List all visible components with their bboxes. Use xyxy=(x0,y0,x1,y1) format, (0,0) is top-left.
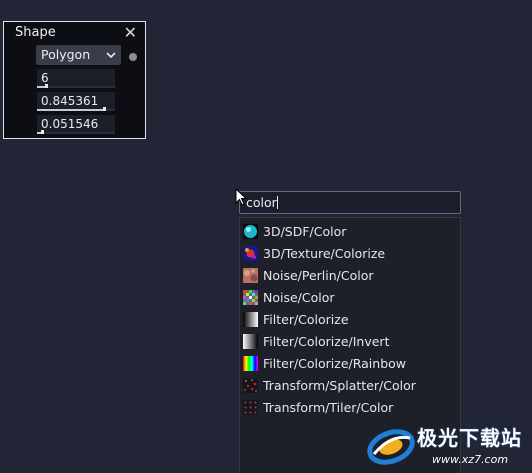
slider-track xyxy=(37,86,115,88)
node-search-input[interactable]: color xyxy=(239,191,461,214)
result-label: Filter/Colorize/Rainbow xyxy=(263,355,407,371)
result-label: 3D/SDF/Color xyxy=(263,223,347,239)
sides-field[interactable]: 6 xyxy=(37,69,115,88)
perlin-noise-icon xyxy=(243,267,258,283)
shape-type-value: Polygon xyxy=(41,47,91,62)
slider-fill xyxy=(37,86,45,88)
radius-value: 0.845361 xyxy=(41,94,99,108)
watermark-text: 极光下载站 xyxy=(417,426,522,450)
watermark-logo-icon xyxy=(367,429,415,465)
edge-field[interactable]: 0.051546 xyxy=(37,115,115,134)
gradient-icon xyxy=(243,311,258,327)
result-item[interactable]: 3D/SDF/Color xyxy=(243,220,455,242)
rainbow-icon xyxy=(243,355,258,371)
slider-handle[interactable] xyxy=(45,84,48,88)
shape-node[interactable]: Shape ✕ Polygon 6 0.845361 0.051546 xyxy=(3,21,146,139)
mouse-pointer-icon xyxy=(235,188,247,206)
shape-type-dropdown[interactable]: Polygon xyxy=(36,45,121,65)
result-item[interactable]: Noise/Perlin/Color xyxy=(243,264,455,286)
result-label: Noise/Color xyxy=(263,289,335,305)
result-label: Transform/Tiler/Color xyxy=(263,399,394,415)
result-label: Noise/Perlin/Color xyxy=(263,267,374,283)
radius-field[interactable]: 0.845361 xyxy=(37,92,115,111)
color-noise-icon xyxy=(243,289,258,305)
result-label: Transform/Splatter/Color xyxy=(263,377,416,393)
gradient-invert-icon xyxy=(243,333,258,349)
result-item[interactable]: Filter/Colorize/Invert xyxy=(243,330,455,352)
result-item[interactable]: 3D/Texture/Colorize xyxy=(243,242,455,264)
slider-fill xyxy=(37,109,103,111)
result-item[interactable]: Noise/Color xyxy=(243,286,455,308)
watermark-url: www.xz7.com xyxy=(432,453,509,466)
chevron-down-icon xyxy=(106,52,116,59)
result-item[interactable]: Transform/Tiler/Color xyxy=(243,396,455,418)
output-port[interactable] xyxy=(129,53,137,61)
result-label: 3D/Texture/Colorize xyxy=(263,245,386,261)
splatter-icon xyxy=(243,377,258,393)
slider-handle[interactable] xyxy=(41,130,44,134)
graph-canvas[interactable]: Shape ✕ Polygon 6 0.845361 0.051546 colo… xyxy=(0,0,532,473)
result-label: Filter/Colorize xyxy=(263,311,349,327)
watermark: 极光下载站 www.xz7.com xyxy=(362,420,532,473)
text-caret xyxy=(276,196,278,209)
tiler-icon xyxy=(243,399,258,415)
search-query: color xyxy=(246,195,277,210)
result-item[interactable]: Transform/Splatter/Color xyxy=(243,374,455,396)
result-item[interactable]: Filter/Colorize xyxy=(243,308,455,330)
node-title: Shape xyxy=(15,25,56,40)
texture-colorize-icon xyxy=(243,245,258,261)
close-icon[interactable]: ✕ xyxy=(124,23,137,43)
result-label: Filter/Colorize/Invert xyxy=(263,333,390,349)
slider-track xyxy=(37,132,115,134)
edge-value: 0.051546 xyxy=(41,117,99,131)
slider-handle[interactable] xyxy=(103,107,106,111)
result-item[interactable]: Filter/Colorize/Rainbow xyxy=(243,352,455,374)
sdf-sphere-icon xyxy=(243,223,258,239)
sides-value: 6 xyxy=(41,71,49,85)
